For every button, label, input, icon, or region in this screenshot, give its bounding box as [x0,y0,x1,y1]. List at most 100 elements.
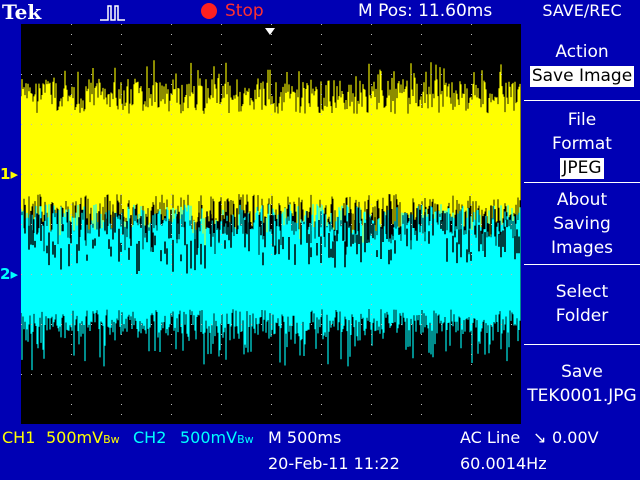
grid-dot [201,74,202,75]
grid-dot [261,74,262,75]
grid-dot [351,74,352,75]
grid-dot [371,344,372,345]
grid-dot [301,224,302,225]
grid-dot [461,374,462,375]
grid-dot [471,404,472,405]
grid-dot [471,364,472,365]
grid-dot [41,324,42,325]
grid-dot [391,274,392,275]
grid-dot [371,84,372,85]
grid-dot [471,374,472,375]
grid-dot [421,24,422,25]
grid-dot [121,24,122,25]
grid-dot [471,414,472,415]
action-menu-button[interactable]: Action Save Image [524,40,640,88]
grid-dot [471,304,472,305]
grid-dot [221,304,222,305]
grid-dot [451,224,452,225]
about-saving-images-button[interactable]: About Saving Images [524,188,640,260]
grid-dot [421,64,422,65]
grid-dot [411,74,412,75]
grid-dot [91,374,92,375]
grid-dot [381,324,382,325]
grid-dot [321,204,322,205]
grid-dot [121,264,122,265]
grid-dot [471,44,472,45]
grid-dot [201,174,202,175]
grid-dot [71,414,72,415]
grid-dot [471,194,472,195]
grid-dot [31,74,32,75]
grid-dot [451,374,452,375]
grid-dot [271,54,272,55]
grid-dot [381,124,382,125]
grid-dot [171,84,172,85]
grid-dot [161,274,162,275]
select-folder-button[interactable]: Select Folder [524,280,640,328]
grid-dot [121,204,122,205]
grid-dot [251,274,252,275]
grid-dot [171,274,172,275]
grid-dot [91,224,92,225]
grid-dot [311,374,312,375]
grid-dot [141,224,142,225]
grid-dot [171,244,172,245]
grid-dot [341,374,342,375]
grid-dot [241,174,242,175]
grid-dot [321,224,322,225]
grid-dot [211,324,212,325]
grid-dot [91,124,92,125]
grid-dot [51,124,52,125]
save-file-button[interactable]: Save TEK0001.JPG [524,360,640,408]
grid-dot [51,174,52,175]
grid-dot [171,374,172,375]
grid-dot [121,254,122,255]
grid-dot [431,74,432,75]
grid-dot [141,74,142,75]
grid-dot [71,194,72,195]
grid-dot [271,334,272,335]
grid-dot [231,174,232,175]
grid-dot [361,324,362,325]
grid-dot [251,224,252,225]
grid-dot [321,114,322,115]
grid-dot [411,174,412,175]
grid-dot [471,204,472,205]
file-format-menu-button[interactable]: File Format JPEG [524,108,640,180]
grid-dot [501,224,502,225]
grid-dot [421,154,422,155]
grid-dot [471,384,472,385]
grid-dot [331,374,332,375]
grid-dot [431,124,432,125]
grid-dot [271,344,272,345]
grid-dot [471,104,472,105]
brand-logo: Tek [2,0,42,24]
grid-dot [221,214,222,215]
grid-dot [341,74,342,75]
grid-dot [171,44,172,45]
grid-dot [151,224,152,225]
grid-dot [171,54,172,55]
grid-dot [311,324,312,325]
grid-dot [311,174,312,175]
grid-dot [371,294,372,295]
acquisition-status: Stop [225,1,264,21]
grid-dot [171,314,172,315]
grid-dot [121,114,122,115]
grid-dot [221,374,222,375]
grid-dot [61,174,62,175]
grid-dot [371,194,372,195]
grid-dot [111,74,112,75]
grid-dot [371,394,372,395]
grid-dot [421,344,422,345]
grid-dot [441,224,442,225]
grid-dot [221,184,222,185]
grid-dot [31,324,32,325]
grid-dot [41,174,42,175]
grid-dot [171,164,172,165]
grid-dot [121,314,122,315]
grid-dot [321,184,322,185]
grid-dot [341,174,342,175]
grid-dot [281,124,282,125]
grid-dot [501,124,502,125]
